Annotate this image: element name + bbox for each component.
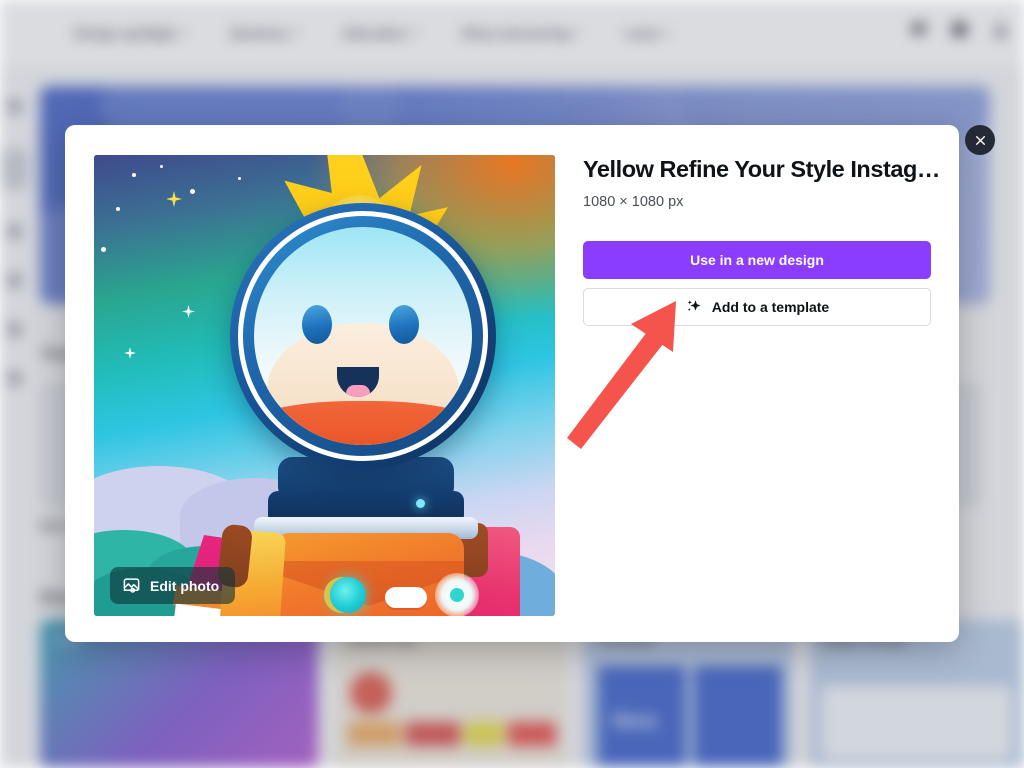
- add-to-template-label: Add to a template: [711, 298, 830, 315]
- asset-title: Yellow Refine Your Style Instag…: [583, 156, 940, 182]
- edit-photo-button[interactable]: Edit photo: [110, 567, 236, 604]
- add-to-template-button[interactable]: Add to a template: [583, 287, 931, 326]
- asset-dimensions: 1080 × 1080 px: [583, 193, 684, 210]
- modal-overlay: Edit photo Yellow Refine Your Style Inst…: [0, 0, 1024, 768]
- close-icon: [975, 135, 985, 145]
- asset-detail-panel: Yellow Refine Your Style Instag… 1080 × …: [583, 155, 940, 326]
- astronaut-figure: [172, 195, 555, 616]
- astronaut-face: [254, 227, 472, 445]
- astronaut-illustration: [94, 155, 555, 616]
- astronaut-helmet: [230, 203, 496, 469]
- use-in-new-design-button[interactable]: Use in a new design: [583, 240, 931, 279]
- image-edit-icon: [123, 578, 140, 593]
- asset-detail-modal: Edit photo Yellow Refine Your Style Inst…: [65, 125, 959, 642]
- edit-photo-label: Edit photo: [150, 577, 220, 594]
- close-button[interactable]: [965, 125, 995, 155]
- use-in-new-design-label: Use in a new design: [690, 251, 824, 268]
- asset-preview[interactable]: Edit photo: [94, 155, 555, 616]
- sparkle-icon: [687, 299, 701, 311]
